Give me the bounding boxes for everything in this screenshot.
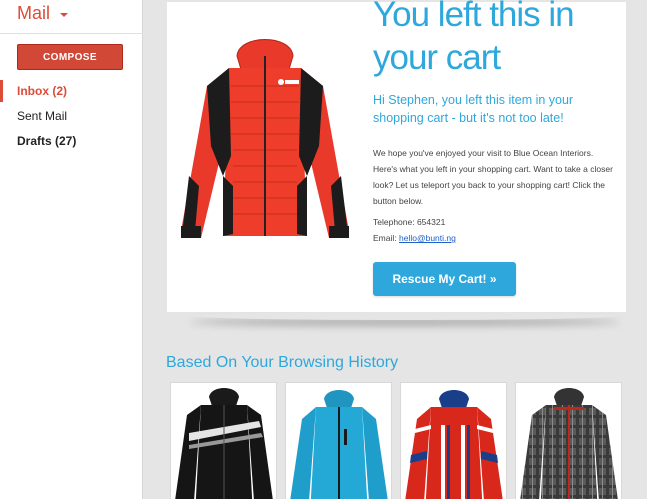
email-link[interactable]: hello@bunti.ng — [399, 233, 456, 243]
blue-ski-jacket-image — [290, 390, 388, 499]
caret-down-icon — [60, 12, 69, 17]
card-shadow — [190, 312, 620, 320]
sidebar-item-label: Sent Mail — [17, 109, 68, 123]
black-ski-jacket-image — [175, 388, 273, 499]
contact-telephone: Telephone: 654321 — [373, 217, 446, 227]
recommended-product-4[interactable] — [515, 382, 622, 499]
active-indicator — [0, 80, 3, 102]
contact-email: Email: hello@bunti.ng — [373, 233, 456, 243]
mail-sidebar: Mail COMPOSE Inbox (2) Sent Mail Drafts … — [0, 0, 143, 499]
recommended-product-1[interactable] — [170, 382, 277, 499]
rescue-cart-button[interactable]: Rescue My Cart! » — [373, 262, 516, 296]
email-label: Email: — [373, 233, 397, 243]
browsing-history-title: Based On Your Browsing History — [166, 354, 399, 371]
sidebar-item-label: Drafts (27) — [17, 134, 77, 148]
recommended-product-3[interactable] — [400, 382, 507, 499]
sidebar-item-label: Inbox (2) — [17, 84, 67, 98]
plaid-ski-jacket-image — [520, 388, 618, 499]
email-body: We hope you've enjoyed your visit to Blu… — [373, 148, 613, 206]
email-greeting: Hi Stephen, you left this item in your s… — [373, 93, 574, 125]
email-headline: You left this in your cart — [373, 0, 575, 77]
divider — [0, 33, 143, 34]
email-card: You left this in your cart Hi Stephen, y… — [167, 0, 626, 312]
sidebar-item-drafts[interactable]: Drafts (27) — [0, 130, 143, 152]
sidebar-item-sent-mail[interactable]: Sent Mail — [0, 105, 143, 127]
recommended-product-2[interactable] — [285, 382, 392, 499]
product-jacket-image[interactable] — [177, 26, 353, 246]
red-striped-ski-jacket-image — [405, 390, 503, 499]
sidebar-item-inbox[interactable]: Inbox (2) — [0, 80, 143, 102]
mail-label: Mail — [17, 3, 51, 23]
mail-menu[interactable]: Mail — [17, 3, 69, 24]
compose-button[interactable]: COMPOSE — [17, 44, 123, 70]
